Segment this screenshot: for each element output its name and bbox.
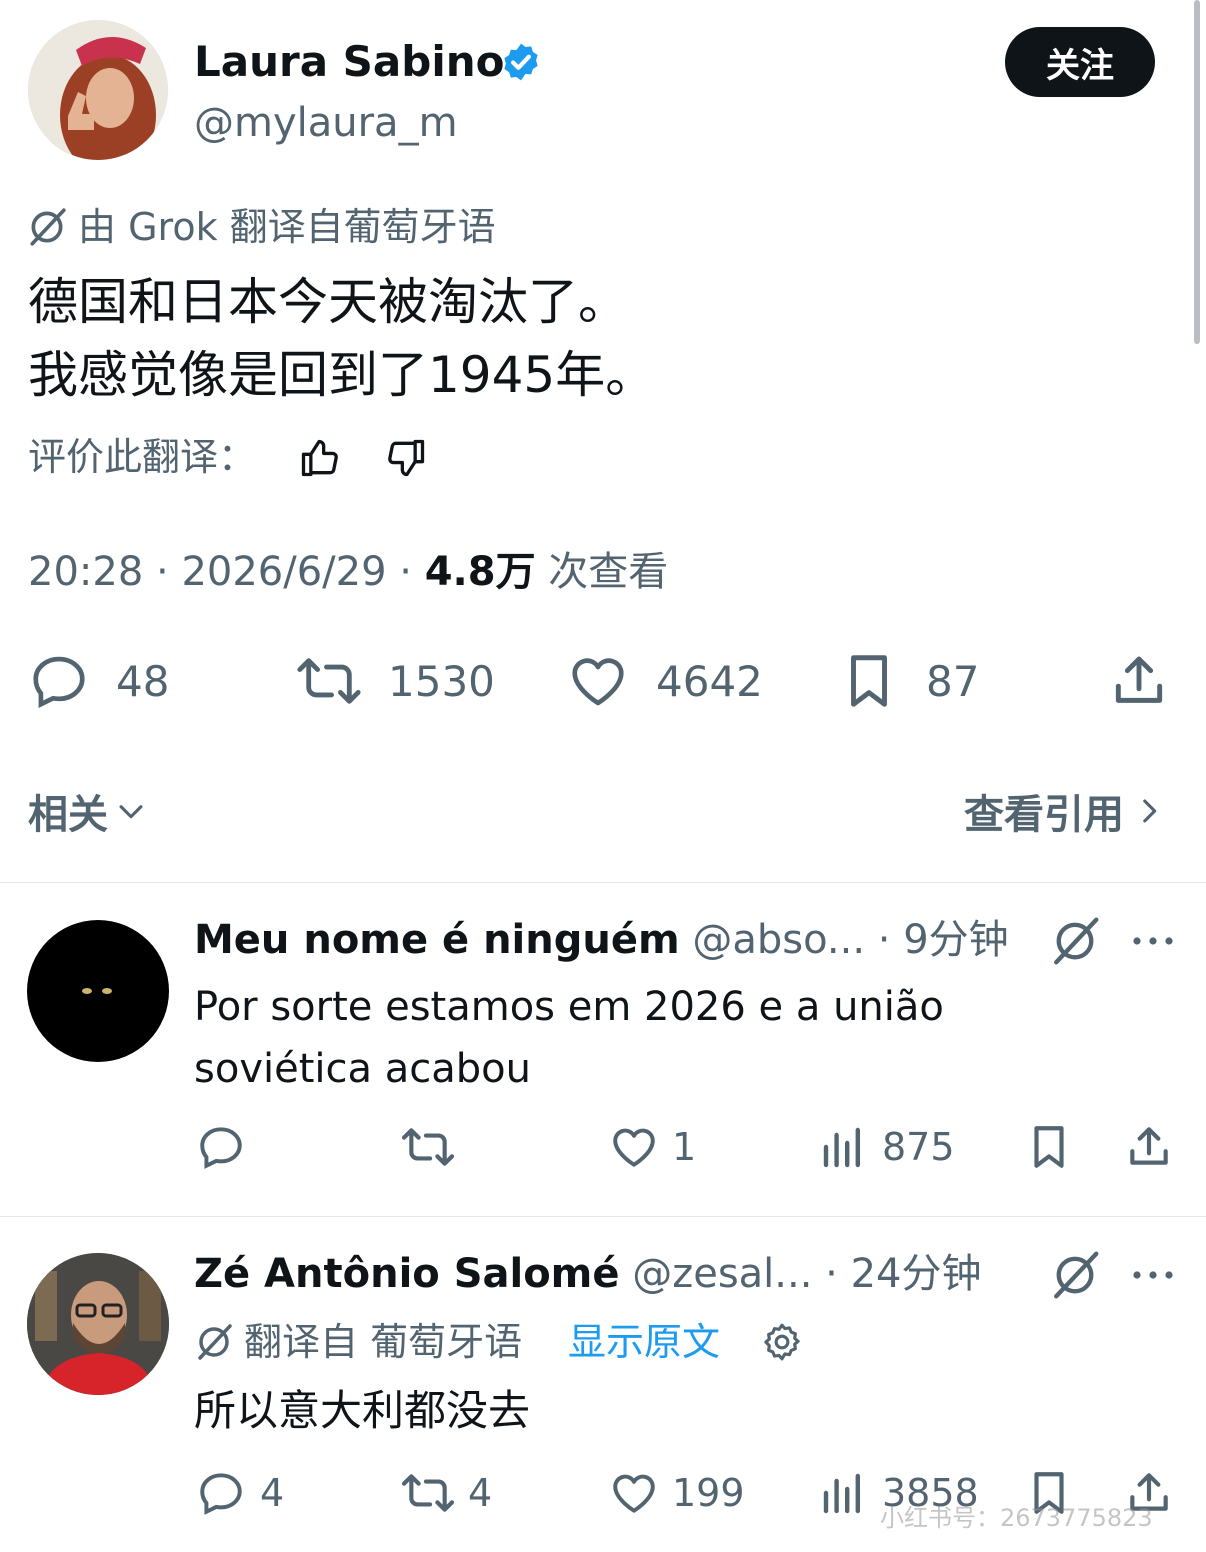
reply-author-handle[interactable]: @abso... xyxy=(692,917,865,963)
thumbs-down-icon[interactable] xyxy=(384,436,428,480)
retweet-icon xyxy=(400,1122,456,1172)
heart-icon xyxy=(608,1468,660,1518)
retweet-button[interactable]: 1530 xyxy=(296,650,495,712)
tweet-text-line-2: 我感觉像是回到了1945年。 xyxy=(28,346,656,404)
divider xyxy=(0,1216,1206,1217)
heart-icon xyxy=(608,1122,660,1172)
tweet-time: 20:28 xyxy=(28,549,144,595)
grok-icon xyxy=(194,1322,234,1362)
reply-header: Meu nome é ninguém @abso... · 9分钟 xyxy=(194,912,1009,968)
chevron-down-icon xyxy=(114,794,148,828)
retweet-icon xyxy=(400,1468,456,1518)
reply-count: 48 xyxy=(116,656,170,706)
related-dropdown[interactable]: 相关 xyxy=(28,782,148,840)
thumbs-up-icon[interactable] xyxy=(298,436,342,480)
more-options-icon[interactable] xyxy=(1130,1260,1176,1290)
reply-text-line-1: Por sorte estamos em 2026 e a união xyxy=(194,984,944,1030)
reply-icon xyxy=(28,650,90,712)
show-original-link[interactable]: 显示原文 xyxy=(568,1316,720,1368)
bookmark-button[interactable]: 87 xyxy=(838,650,979,712)
rate-translation-label: 评价此翻译： xyxy=(28,435,257,479)
author-name[interactable]: Laura Sabino xyxy=(194,36,505,88)
avatar-eyes xyxy=(82,988,112,994)
retweet-button[interactable] xyxy=(400,1122,456,1172)
views-bar-chart-icon xyxy=(818,1468,866,1518)
translation-note: 翻译自 葡萄牙语 xyxy=(244,1320,523,1364)
bookmark-icon xyxy=(838,650,900,712)
retweet-icon xyxy=(296,650,362,712)
reply-avatar[interactable] xyxy=(27,920,169,1062)
views-count: 4.8万 xyxy=(424,549,536,595)
grok-icon[interactable] xyxy=(1050,1250,1100,1300)
author-avatar[interactable] xyxy=(28,20,168,160)
avatar-portrait xyxy=(27,1253,169,1395)
more-options-icon[interactable] xyxy=(1130,926,1176,956)
avatar-portrait xyxy=(28,20,168,160)
meta-separator: · xyxy=(386,549,425,595)
reply-header: Zé Antônio Salomé @zesal... · 24分钟 xyxy=(194,1246,982,1302)
author-handle[interactable]: @mylaura_m xyxy=(194,98,458,148)
view-quotes-label: 查看引用 xyxy=(964,792,1124,838)
reply-button[interactable] xyxy=(196,1122,246,1172)
like-button[interactable]: 199 xyxy=(608,1468,745,1518)
scrollbar[interactable] xyxy=(1194,0,1200,344)
share-icon[interactable] xyxy=(1124,1122,1174,1172)
view-quotes-link[interactable]: 查看引用 xyxy=(964,782,1166,840)
translation-note: 由 Grok 翻译自葡萄牙语 xyxy=(78,205,496,249)
retweet-count: 4 xyxy=(468,1471,493,1515)
like-count: 199 xyxy=(672,1471,745,1515)
reply-author-name[interactable]: Meu nome é ninguém xyxy=(194,917,680,963)
reply-icon xyxy=(196,1122,246,1172)
chevron-right-icon xyxy=(1132,794,1166,828)
tweet-meta: 20:28 · 2026/6/29 · 4.8万 次查看 xyxy=(28,546,668,598)
reply-author-handle[interactable]: @zesal... xyxy=(632,1251,812,1297)
reply-button[interactable]: 48 xyxy=(28,650,169,712)
grok-icon[interactable] xyxy=(1050,916,1100,966)
reply-count: 4 xyxy=(260,1471,285,1515)
meta-separator: · xyxy=(143,549,182,595)
reply-avatar[interactable] xyxy=(27,1253,169,1395)
divider xyxy=(0,882,1206,883)
reply-text-line-1: 所以意大利都没去 xyxy=(194,1386,531,1435)
reply-time[interactable]: 24分钟 xyxy=(851,1251,982,1297)
views-button[interactable]: 875 xyxy=(818,1122,955,1172)
views-count: 875 xyxy=(882,1125,955,1169)
gear-icon[interactable] xyxy=(760,1320,804,1364)
watermark: 小红书号：2673775823 xyxy=(880,1504,1153,1532)
verified-badge-icon xyxy=(500,41,542,83)
meta-separator: · xyxy=(865,917,904,963)
grok-icon xyxy=(26,206,68,248)
bookmark-icon[interactable] xyxy=(1024,1122,1074,1172)
meta-separator: · xyxy=(812,1251,851,1297)
views-label: 次查看 xyxy=(548,549,669,595)
like-button[interactable]: 4642 xyxy=(566,650,763,712)
retweet-count: 1530 xyxy=(388,656,495,706)
related-label: 相关 xyxy=(28,792,108,838)
share-icon[interactable] xyxy=(1108,650,1170,712)
like-button[interactable]: 1 xyxy=(608,1122,696,1172)
views-bar-chart-icon xyxy=(818,1122,866,1172)
reply-icon xyxy=(196,1468,246,1518)
reply-author-name[interactable]: Zé Antônio Salomé xyxy=(194,1251,620,1297)
retweet-button[interactable]: 4 xyxy=(400,1468,492,1518)
tweet-text-line-1: 德国和日本今天被淘汰了。 xyxy=(28,273,628,331)
heart-icon xyxy=(566,650,630,712)
reply-time[interactable]: 9分钟 xyxy=(903,917,1008,963)
reply-text-line-2: soviética acabou xyxy=(194,1046,531,1092)
like-count: 4642 xyxy=(656,656,763,706)
bookmark-count: 87 xyxy=(926,656,980,706)
like-count: 1 xyxy=(672,1125,697,1169)
follow-button[interactable]: 关注 xyxy=(1005,27,1155,97)
tweet-date: 2026/6/29 xyxy=(181,549,387,595)
reply-button[interactable]: 4 xyxy=(196,1468,284,1518)
